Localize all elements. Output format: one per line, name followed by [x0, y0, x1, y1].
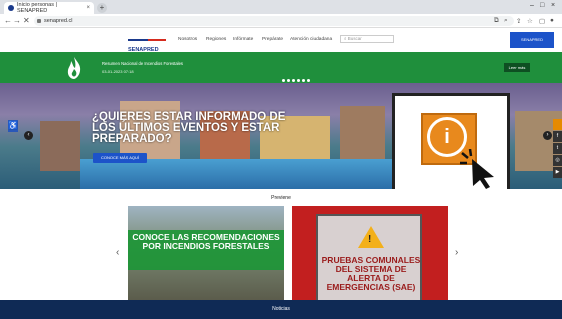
reload-icon[interactable]: ✕ — [23, 16, 30, 25]
forward-icon[interactable]: → — [13, 16, 21, 25]
hero-title: ¿QUIERES ESTAR INFORMADO DE LOS ÚLTIMOS … — [92, 111, 286, 145]
nav-atencion-ciudadana[interactable]: Atención ciudadana — [290, 37, 332, 42]
card2-text: PRUEBAS COMUNALES DEL SISTEMA DE ALERTA … — [321, 255, 421, 292]
nav-preparate[interactable]: Prepárate — [262, 37, 283, 42]
nav-regiones[interactable]: Regiones — [206, 37, 226, 42]
nav-informate[interactable]: Infórmate — [233, 37, 253, 42]
conoce-mas-button[interactable]: CONOCE MÁS AQUÍ — [93, 153, 147, 163]
hero-prev-button[interactable]: ‹ — [24, 131, 33, 140]
carousel-dot[interactable] — [292, 79, 295, 82]
flame-icon — [67, 57, 81, 79]
card-incendios-forestales[interactable]: CONOCE LAS RECOMENDACIONES POR INCENDIOS… — [128, 206, 284, 302]
favicon-icon — [8, 5, 14, 11]
logo-stripe-red — [148, 39, 166, 41]
new-tab-button[interactable]: + — [97, 3, 107, 13]
zoom-icon[interactable]: ⌕ — [504, 17, 508, 25]
lock-icon[interactable] — [37, 19, 41, 23]
hero-next-button[interactable]: › — [543, 131, 552, 140]
tab-title: Inicio personas | SENAPRED — [17, 2, 57, 14]
share-icon[interactable]: ⇪ — [516, 17, 521, 25]
noticias-heading: Noticias — [0, 300, 562, 319]
url-field[interactable]: senapred.cl — [34, 16, 514, 26]
cast-icon[interactable]: ⧉ — [494, 17, 499, 25]
previene-heading: Previene — [271, 195, 291, 201]
bookmark-icon[interactable]: ☆ — [527, 17, 533, 25]
carousel-dot[interactable] — [287, 79, 290, 82]
previene-prev-arrow[interactable]: ‹ — [116, 247, 119, 258]
hero-pool — [80, 159, 410, 189]
sidepanel-icon[interactable]: ▢ — [539, 17, 545, 25]
minimize-icon[interactable]: – — [530, 2, 534, 9]
hero-building — [40, 121, 80, 171]
banner-date: 03-01-2023 07:18 — [102, 69, 134, 74]
card-pruebas-sae[interactable]: ! PRUEBAS COMUNALES DEL SISTEMA DE ALERT… — [292, 206, 448, 302]
senapred-header-button[interactable]: SENAPRED — [510, 32, 554, 48]
instagram-icon[interactable]: ◎ — [553, 155, 562, 166]
carousel-dot[interactable] — [282, 79, 285, 82]
browser-tab-bar: Inicio personas | SENAPRED × + – □ × — [0, 0, 562, 14]
incendios-banner — [0, 52, 562, 83]
profile-icon[interactable]: ● — [550, 17, 554, 24]
back-icon[interactable]: ← — [4, 16, 12, 25]
accessibility-icon[interactable]: ♿ — [8, 120, 18, 132]
tab-close-icon[interactable]: × — [86, 5, 90, 11]
carousel-dot[interactable] — [302, 79, 305, 82]
carousel-dot[interactable] — [307, 79, 310, 82]
search-placeholder: Buscar — [347, 36, 362, 41]
facebook-icon[interactable]: f — [553, 131, 562, 142]
carousel-dots[interactable] — [282, 79, 310, 82]
nav-nosotros[interactable]: Nosotros — [178, 37, 197, 42]
maximize-icon[interactable]: □ — [540, 2, 544, 9]
card1-text: CONOCE LAS RECOMENDACIONES POR INCENDIOS… — [132, 232, 280, 251]
address-bar-row: ← → ✕ senapred.cl ⧉ ⌕ ⇪ ☆ ▢ ● — [0, 14, 562, 28]
card2-phone-screen: ! PRUEBAS COMUNALES DEL SISTEMA DE ALERT… — [316, 214, 422, 302]
youtube-icon[interactable]: ▶ — [553, 167, 562, 178]
social-tab-icon[interactable] — [553, 119, 562, 130]
cursor-icon — [460, 149, 494, 189]
warning-mark: ! — [368, 234, 372, 245]
banner-title: Resumen Nacional de Incendios Forestales — [102, 61, 184, 66]
senapred-logo[interactable]: SENAPRED — [128, 28, 166, 53]
logo-stripe-blue — [128, 39, 148, 41]
previene-next-arrow[interactable]: › — [455, 247, 458, 258]
search-input[interactable]: ⌕ Buscar — [340, 35, 394, 43]
close-window-icon[interactable]: × — [551, 2, 555, 9]
browser-tab[interactable]: Inicio personas | SENAPRED × — [4, 2, 94, 14]
carousel-dot[interactable] — [297, 79, 300, 82]
twitter-icon[interactable]: t — [553, 143, 562, 154]
leer-mas-button[interactable]: Leer más — [504, 63, 530, 72]
